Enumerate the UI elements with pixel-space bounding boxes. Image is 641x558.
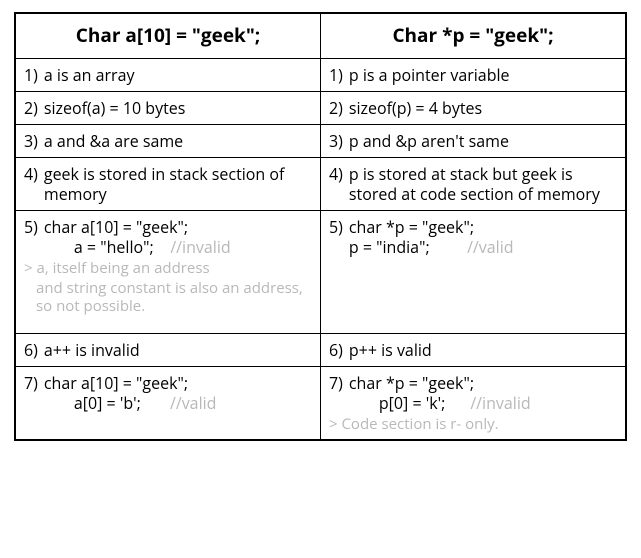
table-row: 4) geek is stored in stack section of me… — [15, 157, 626, 210]
cell-text: sizeof(a) = 10 bytes — [44, 98, 312, 118]
code-comment: //valid — [467, 236, 513, 258]
code-line: a[0] = 'b'; — [74, 392, 141, 414]
cell-left: 1) a is an array — [15, 58, 321, 91]
cell-text: a++ is invalid — [44, 340, 312, 360]
cell-text: p is a pointer variable — [349, 65, 617, 85]
note-text: > Code section is r- only. — [329, 415, 617, 433]
cell-left: 6) a++ is invalid — [15, 333, 321, 366]
cell-text: a is an array — [44, 65, 312, 85]
cell-right: 1) p is a pointer variable — [321, 58, 627, 91]
code-line: a = "hello"; — [74, 236, 154, 258]
row-number: 4) — [24, 164, 44, 184]
row-number: 1) — [24, 65, 44, 85]
cell-text: p++ is valid — [349, 340, 617, 360]
cell-left: 5) char a[10] = "geek"; a = "hello"; //i… — [15, 210, 321, 333]
row-number: 3) — [24, 131, 44, 151]
row-number: 2) — [329, 98, 349, 118]
cell-left: 4) geek is stored in stack section of me… — [15, 157, 321, 210]
note-text: > a, itself being an address — [24, 259, 312, 277]
row-number: 7) — [329, 373, 349, 393]
row-number: 2) — [24, 98, 44, 118]
cell-left: 2) sizeof(a) = 10 bytes — [15, 91, 321, 124]
cell-right: 2) sizeof(p) = 4 bytes — [321, 91, 627, 124]
cell-right: 3) p and &p aren't same — [321, 124, 627, 157]
code-line: char a[10] = "geek"; — [44, 217, 312, 237]
code-comment: //invalid — [170, 236, 230, 258]
row-number: 3) — [329, 131, 349, 151]
table-row: 7) char a[10] = "geek"; a[0] = 'b'; //va… — [15, 366, 626, 440]
table-row: 5) char a[10] = "geek"; a = "hello"; //i… — [15, 210, 626, 333]
cell-right: 4) p is stored at stack but geek is stor… — [321, 157, 627, 210]
header-left: Char a[10] = "geek"; — [76, 22, 260, 48]
header-right: Char *p = "geek"; — [392, 22, 553, 48]
code-comment: //valid — [170, 392, 216, 414]
table-row: 6) a++ is invalid 6) p++ is valid — [15, 333, 626, 366]
cell-right: 5) char *p = "geek"; p = "india"; //vali… — [321, 210, 627, 333]
code-line: char a[10] = "geek"; — [44, 373, 312, 393]
table-row: 2) sizeof(a) = 10 bytes 2) sizeof(p) = 4… — [15, 91, 626, 124]
code-line: p[0] = 'k'; — [379, 392, 446, 414]
row-number: 5) — [24, 217, 44, 237]
header-right-cell: Char *p = "geek"; — [321, 13, 627, 58]
header-left-cell: Char a[10] = "geek"; — [15, 13, 321, 58]
cell-right: 6) p++ is valid — [321, 333, 627, 366]
cell-text: p is stored at stack but geek is stored … — [349, 164, 617, 204]
cell-left: 7) char a[10] = "geek"; a[0] = 'b'; //va… — [15, 366, 321, 440]
table-row: 3) a and &a are same 3) p and &p aren't … — [15, 124, 626, 157]
cell-text: p and &p aren't same — [349, 131, 617, 151]
code-comment: //invalid — [470, 392, 530, 414]
code-line: p = "india"; — [349, 236, 430, 258]
header-row: Char a[10] = "geek"; Char *p = "geek"; — [15, 13, 626, 58]
row-number: 6) — [329, 340, 349, 360]
cell-text: a and &a are same — [44, 131, 312, 151]
code-line: char *p = "geek"; — [349, 217, 617, 237]
cell-text: sizeof(p) = 4 bytes — [349, 98, 617, 118]
row-number: 5) — [329, 217, 349, 237]
cell-left: 3) a and &a are same — [15, 124, 321, 157]
row-number: 1) — [329, 65, 349, 85]
cell-right: 7) char *p = "geek"; p[0] = 'k'; //inval… — [321, 366, 627, 440]
code-line: char *p = "geek"; — [349, 373, 617, 393]
row-number: 7) — [24, 373, 44, 393]
note-text: and string constant is also an address, … — [24, 279, 312, 315]
comparison-table: Char a[10] = "geek"; Char *p = "geek"; 1… — [14, 12, 627, 441]
table-row: 1) a is an array 1) p is a pointer varia… — [15, 58, 626, 91]
cell-text: geek is stored in stack section of memor… — [44, 164, 312, 204]
row-number: 6) — [24, 340, 44, 360]
row-number: 4) — [329, 164, 349, 184]
